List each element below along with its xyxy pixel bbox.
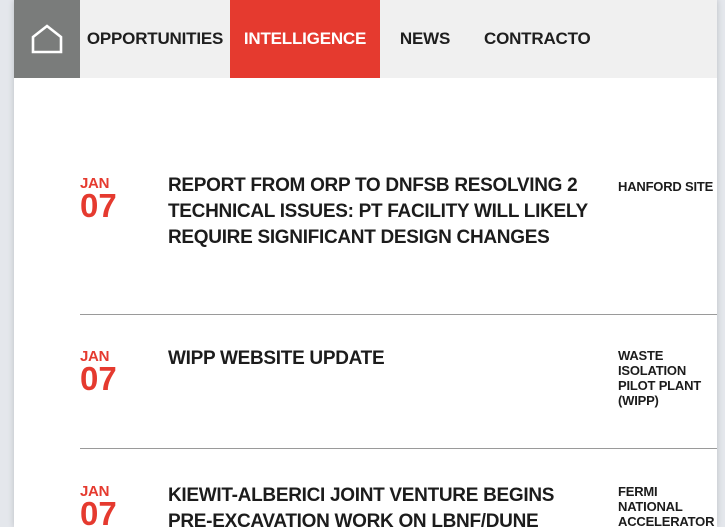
article-title[interactable]: WIPP WEBSITE UPDATE xyxy=(168,346,588,372)
nav-news[interactable]: NEWS xyxy=(380,0,470,78)
date-day: 07 xyxy=(80,187,117,224)
home-icon xyxy=(31,24,63,54)
nav-opportunities[interactable]: OPPORTUNITIES xyxy=(80,0,230,78)
page-frame: OPPORTUNITIES INTELLIGENCE NEWS CONTRACT… xyxy=(14,0,717,527)
date-day: 07 xyxy=(80,495,117,527)
nav-contractors[interactable]: CONTRACTO xyxy=(470,0,600,78)
divider xyxy=(80,448,717,449)
article-site[interactable]: WASTE ISOLATION PILOT PLANT (WIPP) xyxy=(618,348,710,408)
article-title[interactable]: KIEWIT-ALBERICI JOINT VENTURE BEGINS PRE… xyxy=(168,483,578,527)
article-site[interactable]: FERMI NATIONAL ACCELERATOR xyxy=(618,484,717,527)
divider xyxy=(80,314,717,315)
article-site[interactable]: HANFORD SITE xyxy=(618,179,717,194)
article-title[interactable]: REPORT FROM ORP TO DNFSB RESOLVING 2 TEC… xyxy=(168,173,588,251)
date-day: 07 xyxy=(80,360,117,397)
main-nav: OPPORTUNITIES INTELLIGENCE NEWS CONTRACT… xyxy=(14,0,717,78)
home-button[interactable] xyxy=(14,0,80,78)
nav-intelligence[interactable]: INTELLIGENCE xyxy=(230,0,380,78)
